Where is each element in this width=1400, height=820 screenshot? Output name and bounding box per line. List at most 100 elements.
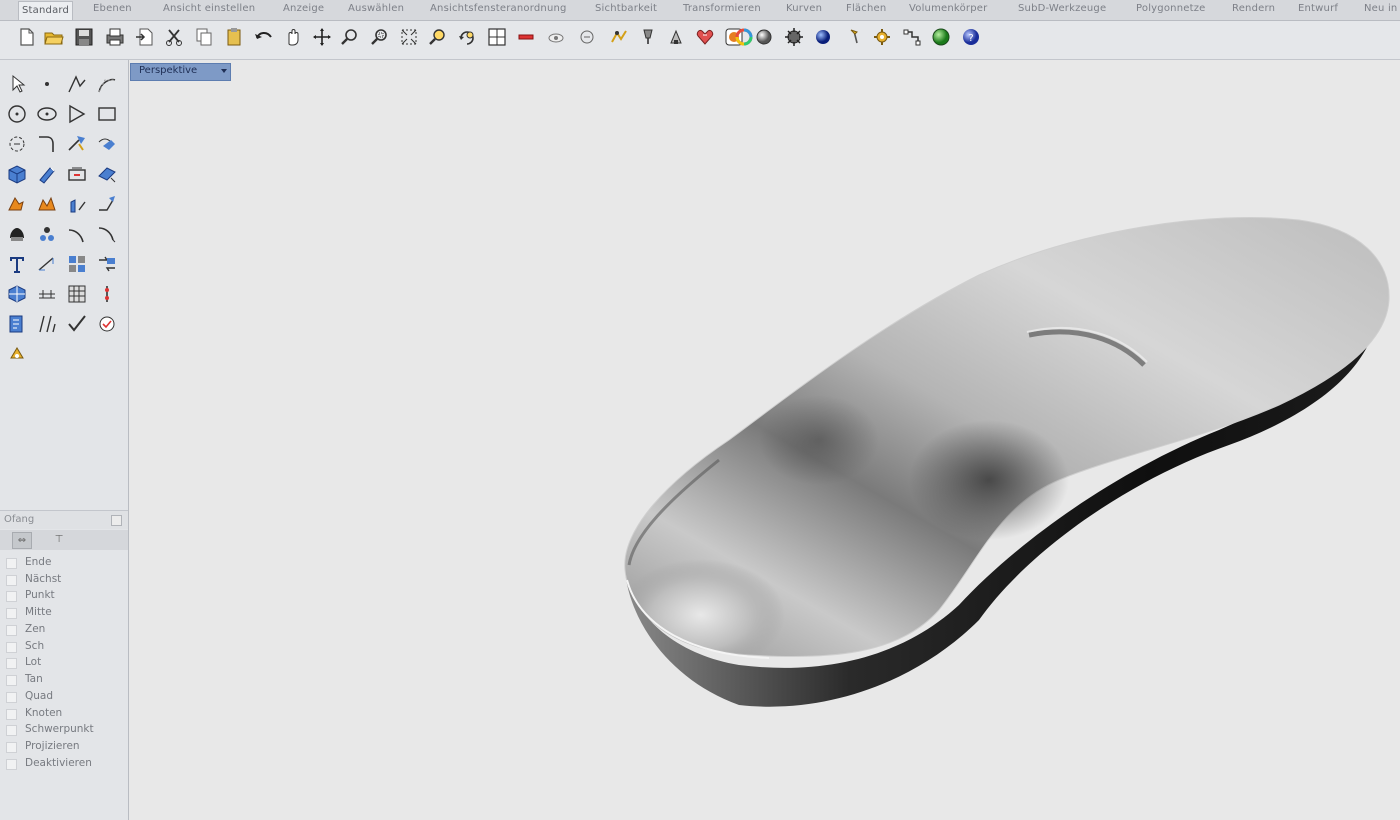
help-icon[interactable]: ? [960,26,982,48]
copy-icon[interactable] [193,26,215,48]
tab-set-view[interactable]: Ansicht einstellen [160,3,258,14]
cut-icon[interactable] [163,26,185,48]
cylinder-icon[interactable] [35,162,59,186]
match-icon[interactable] [95,312,119,336]
osnap-item-punkt[interactable]: Punkt [6,588,124,604]
checkbox[interactable] [6,675,17,686]
checkbox[interactable] [6,658,17,669]
properties-icon[interactable] [5,312,29,336]
tab-solids[interactable]: Volumenkörper [906,3,990,14]
checkbox[interactable] [6,625,17,636]
ellipse-icon[interactable] [35,102,59,126]
control-points-icon[interactable] [95,222,119,246]
history-icon[interactable] [95,282,119,306]
dimension-icon[interactable] [35,252,59,276]
checkbox[interactable] [6,742,17,753]
boolean-icon[interactable] [5,222,29,246]
surface-icon[interactable] [95,162,119,186]
osnap-item-quad[interactable]: Quad [6,689,124,705]
curve-tool-icon[interactable] [845,26,867,48]
rebuild-icon[interactable] [65,222,89,246]
osnap-item-zen[interactable]: Zen [6,622,124,638]
zoom-selected-icon[interactable] [427,26,449,48]
move-view-icon[interactable] [311,26,333,48]
rectangle-icon[interactable] [95,102,119,126]
color-wheel-icon[interactable] [733,26,755,48]
tab-curves[interactable]: Kurven [783,3,825,14]
perspective-viewport[interactable]: Perspektive [129,60,1400,820]
osnap-item-knoten[interactable]: Knoten [6,706,124,722]
select-icon[interactable] [5,72,29,96]
light-icon[interactable] [665,26,687,48]
show-icon[interactable] [545,26,567,48]
checkbox[interactable] [6,709,17,720]
fillet-icon[interactable] [35,132,59,156]
loft-icon[interactable] [5,192,29,216]
tab-meshes[interactable]: Polygonnetze [1133,3,1209,14]
shoe-insole-model[interactable] [129,60,1400,820]
tab-render[interactable]: Rendern [1229,3,1278,14]
osnap-item-sch[interactable]: Sch [6,639,124,655]
split-icon[interactable] [65,192,89,216]
rotate-view-icon[interactable] [456,26,478,48]
tab-select[interactable]: Auswählen [345,3,407,14]
point-icon[interactable] [637,26,659,48]
curve-icon[interactable] [95,72,119,96]
open-icon[interactable] [43,26,65,48]
check-icon[interactable] [65,312,89,336]
snap-options-icon[interactable]: ⇔ [12,532,32,549]
checkbox[interactable] [6,642,17,653]
osnap-item-ende[interactable]: Ende [6,555,124,571]
checkbox[interactable] [6,725,17,736]
osnap-item-naechst[interactable]: Nächst [6,572,124,588]
four-viewports-icon[interactable] [486,26,508,48]
analyze-icon[interactable] [902,26,924,48]
plane-icon[interactable] [35,282,59,306]
checkbox[interactable] [6,608,17,619]
tab-new-in-v7[interactable]: Neu in V7 [1361,3,1400,14]
mesh-icon[interactable] [5,282,29,306]
tab-layers[interactable]: Ebenen [90,3,135,14]
ghost-icon[interactable] [694,26,716,48]
osnap-item-deaktivieren[interactable]: Deaktivieren [6,756,124,772]
tab-drafting[interactable]: Entwurf [1295,3,1341,14]
text-icon[interactable] [5,252,29,276]
render-sphere-icon[interactable] [753,26,775,48]
sweep-icon[interactable] [65,162,89,186]
circle-icon[interactable] [5,102,29,126]
checkbox[interactable] [6,692,17,703]
gear-icon[interactable] [871,26,893,48]
print-icon[interactable] [104,26,126,48]
checkbox[interactable] [6,591,17,602]
checkbox[interactable] [6,759,17,770]
zoom-extents-icon[interactable] [398,26,420,48]
pan-icon[interactable] [282,26,304,48]
arc-icon[interactable] [5,132,29,156]
osnap-item-lot[interactable]: Lot [6,655,124,671]
point-icon[interactable] [35,72,59,96]
globe-icon[interactable] [930,26,952,48]
lock-icon[interactable] [576,26,598,48]
tab-transform[interactable]: Transformieren [680,3,764,14]
tab-display[interactable]: Anzeige [280,3,327,14]
zoom-icon[interactable] [339,26,361,48]
undo-icon[interactable] [253,26,275,48]
osnap-item-projizieren[interactable]: Projizieren [6,739,124,755]
checkbox[interactable] [6,575,17,586]
tab-subd-tools[interactable]: SubD-Werkzeuge [1015,3,1109,14]
import-icon[interactable] [134,26,156,48]
extend-icon[interactable] [65,132,89,156]
checkbox[interactable] [6,558,17,569]
settings-sphere-icon[interactable] [783,26,805,48]
render-icon[interactable] [5,342,29,366]
tab-surfaces[interactable]: Flächen [843,3,889,14]
tab-viewport-layout[interactable]: Ansichtsfensteranordnung [427,3,570,14]
trim-icon[interactable] [95,192,119,216]
join-icon[interactable] [35,222,59,246]
hide-icon[interactable] [515,26,537,48]
osnap-item-mitte[interactable]: Mitte [6,605,124,621]
offset-icon[interactable] [95,132,119,156]
zoom-window-icon[interactable] [369,26,391,48]
tab-standard[interactable]: Standard [18,1,74,20]
paste-icon[interactable] [223,26,245,48]
